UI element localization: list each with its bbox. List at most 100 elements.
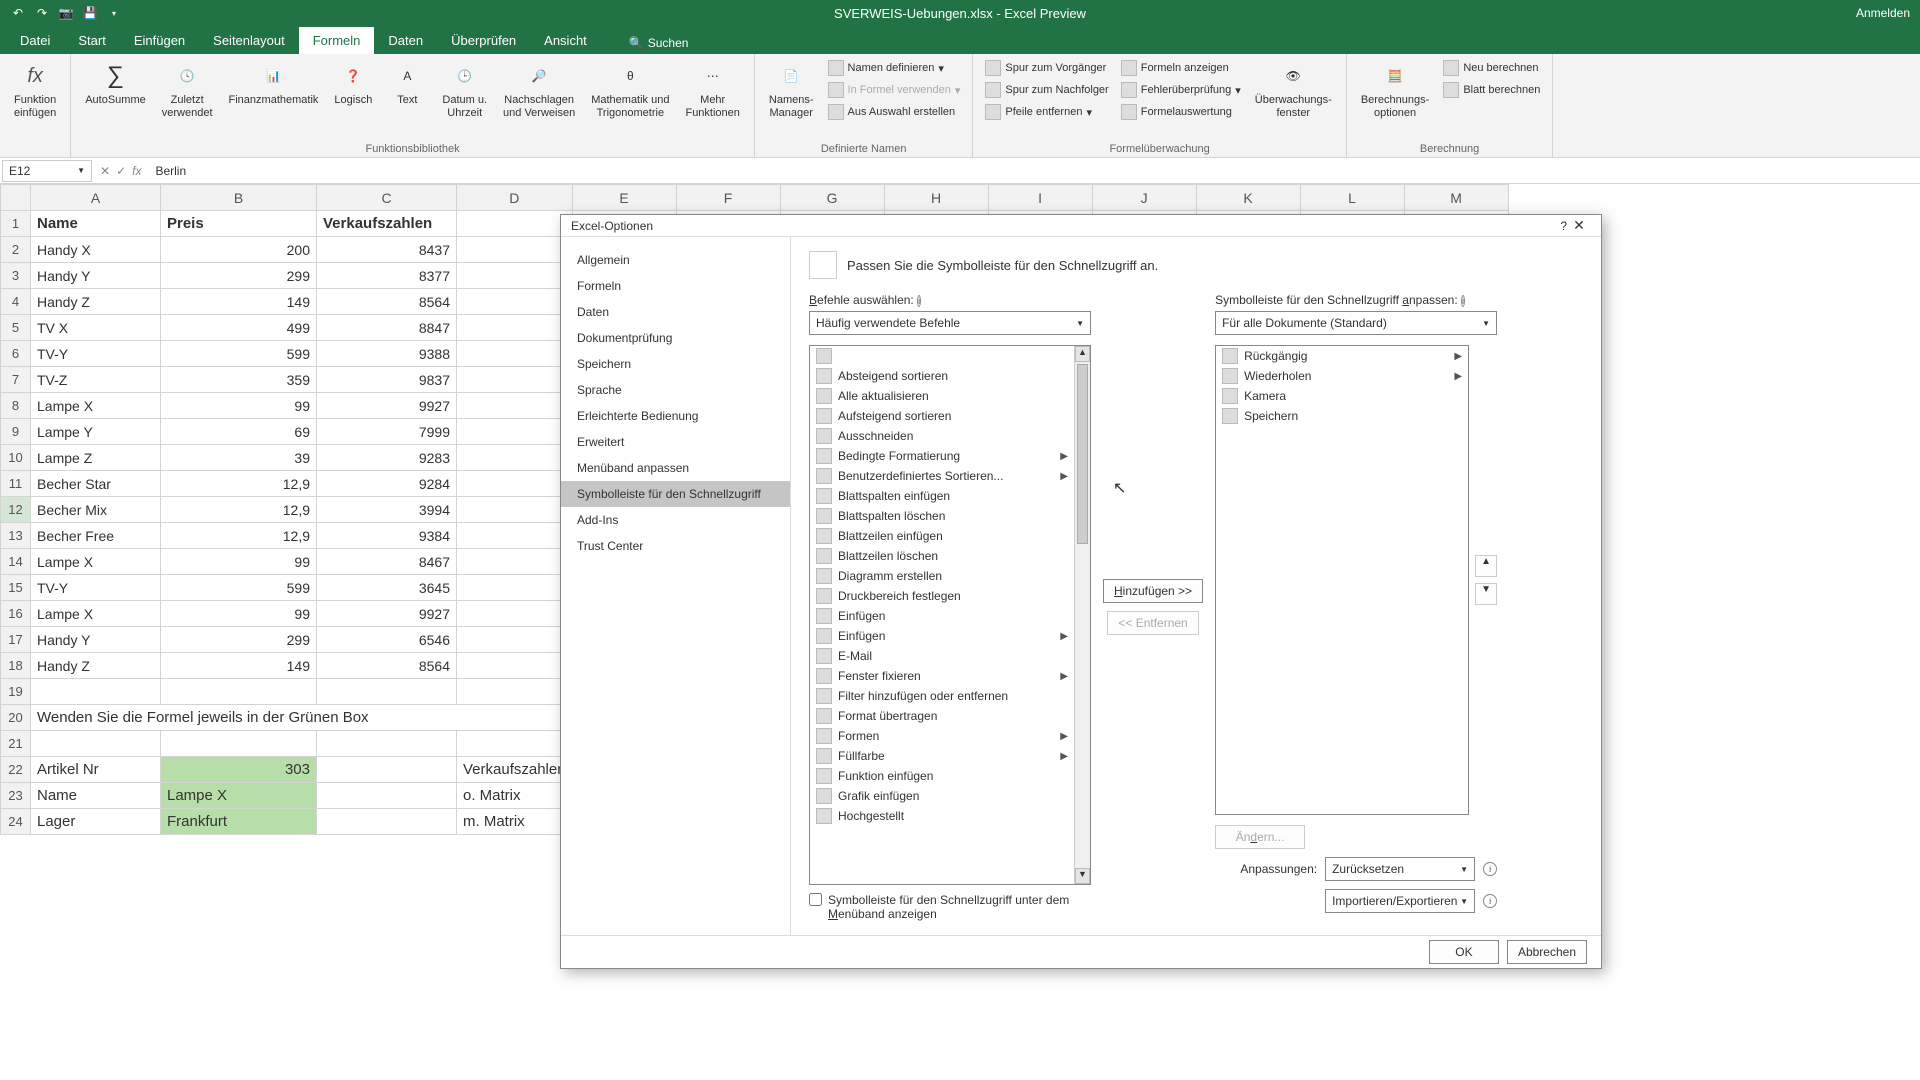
- evaluate-formula-button[interactable]: Formelauswertung: [1117, 102, 1245, 122]
- row-header[interactable]: 14: [1, 549, 31, 575]
- dialog-nav-item[interactable]: Erweitert: [561, 429, 790, 455]
- row-header[interactable]: 4: [1, 289, 31, 315]
- commands-combo[interactable]: Häufig verwendete Befehle ▼: [809, 311, 1091, 335]
- cell[interactable]: 359: [161, 367, 317, 393]
- list-item[interactable]: Druckbereich festlegen: [810, 586, 1074, 606]
- cell[interactable]: 299: [161, 263, 317, 289]
- calc-options-button[interactable]: 🧮Berechnungs- optionen: [1355, 58, 1436, 126]
- show-formulas-button[interactable]: Formeln anzeigen: [1117, 58, 1245, 78]
- col-header[interactable]: A: [31, 185, 161, 211]
- commands-list[interactable]: Absteigend sortierenAlle aktualisierenAu…: [809, 345, 1091, 885]
- lookup-button[interactable]: 🔎Nachschlagen und Verweisen: [497, 58, 581, 126]
- info-icon[interactable]: i: [917, 295, 921, 307]
- insert-function-button[interactable]: fx Funktion einfügen: [8, 58, 62, 126]
- cell[interactable]: 8564: [317, 289, 457, 315]
- cell[interactable]: 9388: [317, 341, 457, 367]
- cell[interactable]: Lampe X: [161, 783, 317, 809]
- cell[interactable]: 3994: [317, 497, 457, 523]
- row-header[interactable]: 22: [1, 757, 31, 783]
- list-item[interactable]: Speichern: [1216, 406, 1468, 426]
- import-export-combo[interactable]: Importieren/Exportieren▼: [1325, 889, 1475, 913]
- scroll-down-icon[interactable]: ▼: [1075, 868, 1090, 884]
- tab-seitenlayout[interactable]: Seitenlayout: [199, 27, 299, 54]
- row-header[interactable]: 23: [1, 783, 31, 809]
- col-header[interactable]: B: [161, 185, 317, 211]
- list-item[interactable]: Ausschneiden: [810, 426, 1074, 446]
- qat-dropdown-icon[interactable]: ▾: [106, 5, 122, 21]
- row-header[interactable]: 11: [1, 471, 31, 497]
- cell[interactable]: TV-Y: [31, 575, 161, 601]
- cell[interactable]: 299: [161, 627, 317, 653]
- cell[interactable]: TV-Z: [31, 367, 161, 393]
- save-icon[interactable]: 💾: [82, 5, 98, 21]
- cell[interactable]: 9927: [317, 393, 457, 419]
- tab-daten[interactable]: Daten: [374, 27, 437, 54]
- cell[interactable]: 8377: [317, 263, 457, 289]
- row-header[interactable]: 16: [1, 601, 31, 627]
- watch-window-button[interactable]: 👁Überwachungs- fenster: [1249, 58, 1338, 126]
- row-header[interactable]: 1: [1, 211, 31, 237]
- cell[interactable]: Verkaufszahlen: [457, 757, 573, 783]
- math-button[interactable]: θMathematik und Trigonometrie: [585, 58, 675, 126]
- cell[interactable]: Handy Z: [31, 289, 161, 315]
- row-header[interactable]: 17: [1, 627, 31, 653]
- cell[interactable]: 8467: [317, 549, 457, 575]
- tab-start[interactable]: Start: [64, 27, 119, 54]
- list-item[interactable]: Diagramm erstellen: [810, 566, 1074, 586]
- more-functions-button[interactable]: ⋯Mehr Funktionen: [679, 58, 745, 126]
- cell[interactable]: 99: [161, 393, 317, 419]
- list-item[interactable]: Aufsteigend sortieren: [810, 406, 1074, 426]
- info-icon[interactable]: i: [1483, 862, 1497, 876]
- add-button[interactable]: Hinzufügen >>: [1103, 579, 1203, 603]
- tab-ansicht[interactable]: Ansicht: [530, 27, 601, 54]
- list-item[interactable]: Rückgängig▶: [1216, 346, 1468, 366]
- dialog-nav-item[interactable]: Symbolleiste für den Schnellzugriff: [561, 481, 790, 507]
- cell[interactable]: Lampe Y: [31, 419, 161, 445]
- move-up-button[interactable]: ▲: [1475, 555, 1497, 577]
- scroll-thumb[interactable]: [1077, 364, 1088, 544]
- define-name-button[interactable]: Namen definieren ▾: [824, 58, 965, 78]
- list-item[interactable]: Blattzeilen einfügen: [810, 526, 1074, 546]
- info-icon[interactable]: i: [1461, 295, 1465, 307]
- col-header[interactable]: L: [1300, 185, 1404, 211]
- list-item[interactable]: Formen▶: [810, 726, 1074, 746]
- col-header[interactable]: C: [317, 185, 457, 211]
- close-icon[interactable]: ✕: [1567, 217, 1591, 234]
- cell[interactable]: Becher Star: [31, 471, 161, 497]
- dialog-nav-item[interactable]: Menüband anpassen: [561, 455, 790, 481]
- row-header[interactable]: 24: [1, 809, 31, 835]
- row-header[interactable]: 5: [1, 315, 31, 341]
- list-item[interactable]: [810, 346, 1074, 366]
- list-item[interactable]: Funktion einfügen: [810, 766, 1074, 786]
- text-button[interactable]: AText: [382, 58, 432, 113]
- cell[interactable]: 9384: [317, 523, 457, 549]
- list-item[interactable]: Füllfarbe▶: [810, 746, 1074, 766]
- cell[interactable]: 599: [161, 341, 317, 367]
- cell[interactable]: Lampe X: [31, 549, 161, 575]
- col-header[interactable]: F: [676, 185, 780, 211]
- cell[interactable]: Lager: [31, 809, 161, 835]
- list-item[interactable]: Blattspalten einfügen: [810, 486, 1074, 506]
- list-item[interactable]: Format übertragen: [810, 706, 1074, 726]
- col-header[interactable]: G: [780, 185, 884, 211]
- cell[interactable]: Artikel Nr: [31, 757, 161, 783]
- list-item[interactable]: Bedingte Formatierung▶: [810, 446, 1074, 466]
- row-header[interactable]: 7: [1, 367, 31, 393]
- cell[interactable]: 149: [161, 653, 317, 679]
- redo-icon[interactable]: ↷: [34, 5, 50, 21]
- cell[interactable]: 6546: [317, 627, 457, 653]
- cell[interactable]: Handy Z: [31, 653, 161, 679]
- list-item[interactable]: Kamera: [1216, 386, 1468, 406]
- formula-input[interactable]: Berlin: [149, 164, 1920, 178]
- name-manager-button[interactable]: 📄Namens- Manager: [763, 58, 820, 126]
- cell[interactable]: 12,9: [161, 523, 317, 549]
- cell[interactable]: Verkaufszahlen: [317, 211, 457, 237]
- cell[interactable]: Lampe X: [31, 393, 161, 419]
- scope-combo[interactable]: Für alle Dokumente (Standard) ▼: [1215, 311, 1497, 335]
- row-header[interactable]: 19: [1, 679, 31, 705]
- cell[interactable]: m. Matrix: [457, 809, 573, 835]
- tell-me-search[interactable]: 🔍 Suchen: [621, 32, 697, 54]
- col-header[interactable]: E: [572, 185, 676, 211]
- cell[interactable]: Preis: [161, 211, 317, 237]
- info-icon[interactable]: i: [1483, 894, 1497, 908]
